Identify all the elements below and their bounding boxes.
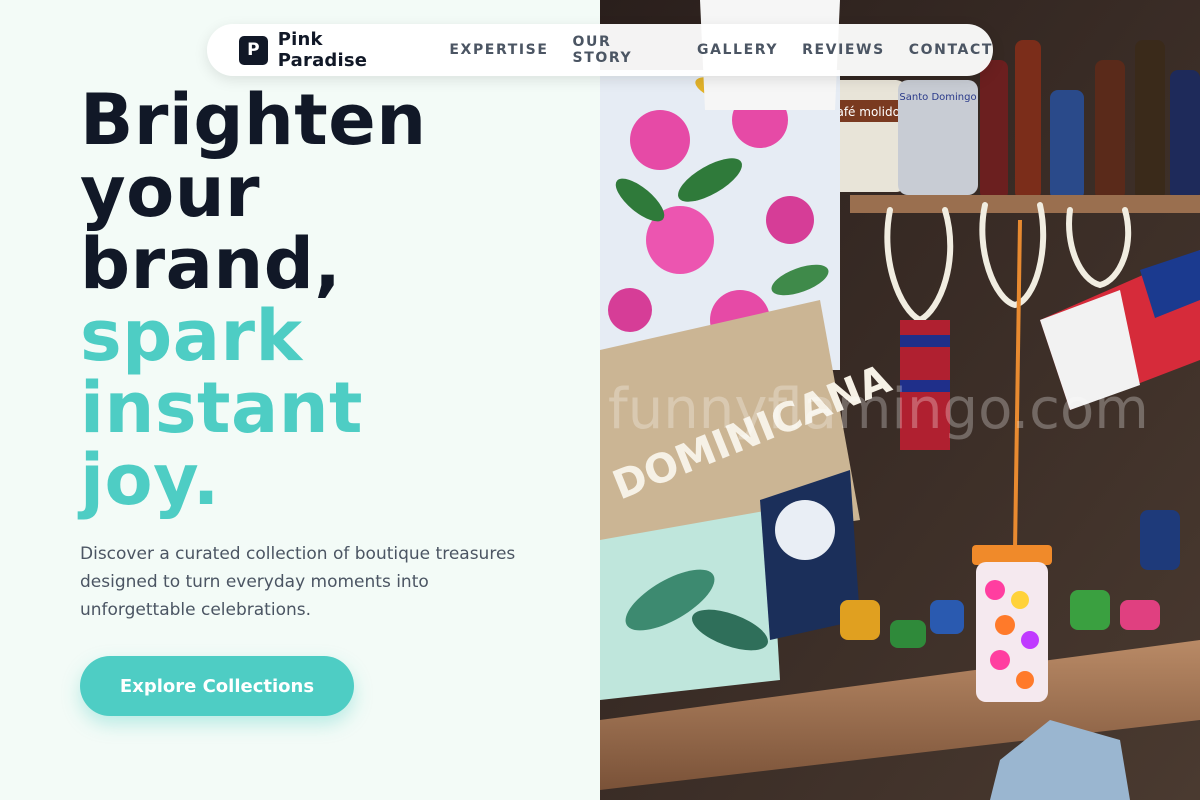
nav-link-our-story[interactable]: OUR STORY	[573, 34, 673, 66]
hero-photo: Café molido Santo Domingo DOMINICANA fun…	[600, 0, 1200, 800]
explore-collections-button[interactable]: Explore Collections	[80, 656, 354, 716]
headline-accent-line: joy.	[80, 439, 220, 521]
headline-line: brand,	[80, 223, 342, 305]
nav-link-gallery[interactable]: GALLERY	[697, 42, 778, 58]
sign-label: Santo Domingo	[899, 92, 976, 103]
brand[interactable]: P Pink Paradise	[239, 29, 417, 71]
headline-accent-line: spark	[80, 295, 303, 377]
nav-links: EXPERTISE OUR STORY GALLERY REVIEWS CONT…	[449, 34, 993, 66]
headline-line: your	[80, 151, 261, 233]
hero-panel: Brighten your brand, spark instant joy. …	[0, 0, 600, 800]
landing-page: Brighten your brand, spark instant joy. …	[0, 0, 1200, 800]
nav-link-reviews[interactable]: REVIEWS	[802, 42, 885, 58]
headline-accent-line: instant	[80, 367, 363, 449]
hero-subtitle: Discover a curated collection of boutiqu…	[80, 544, 516, 620]
nav-link-contact[interactable]: CONTACT	[909, 42, 993, 58]
logo-icon: P	[239, 35, 268, 65]
watermark: funnyflamingo.com	[608, 377, 1149, 442]
hero-headline: Brighten your brand, spark instant joy.	[80, 84, 427, 516]
market-stall-photo: Café molido Santo Domingo DOMINICANA fun…	[600, 0, 1200, 800]
headline-line: Brighten	[80, 79, 427, 161]
nav-link-expertise[interactable]: EXPERTISE	[449, 42, 548, 58]
top-navigation: P Pink Paradise EXPERTISE OUR STORY GALL…	[207, 24, 993, 76]
brand-name: Pink Paradise	[277, 29, 368, 71]
